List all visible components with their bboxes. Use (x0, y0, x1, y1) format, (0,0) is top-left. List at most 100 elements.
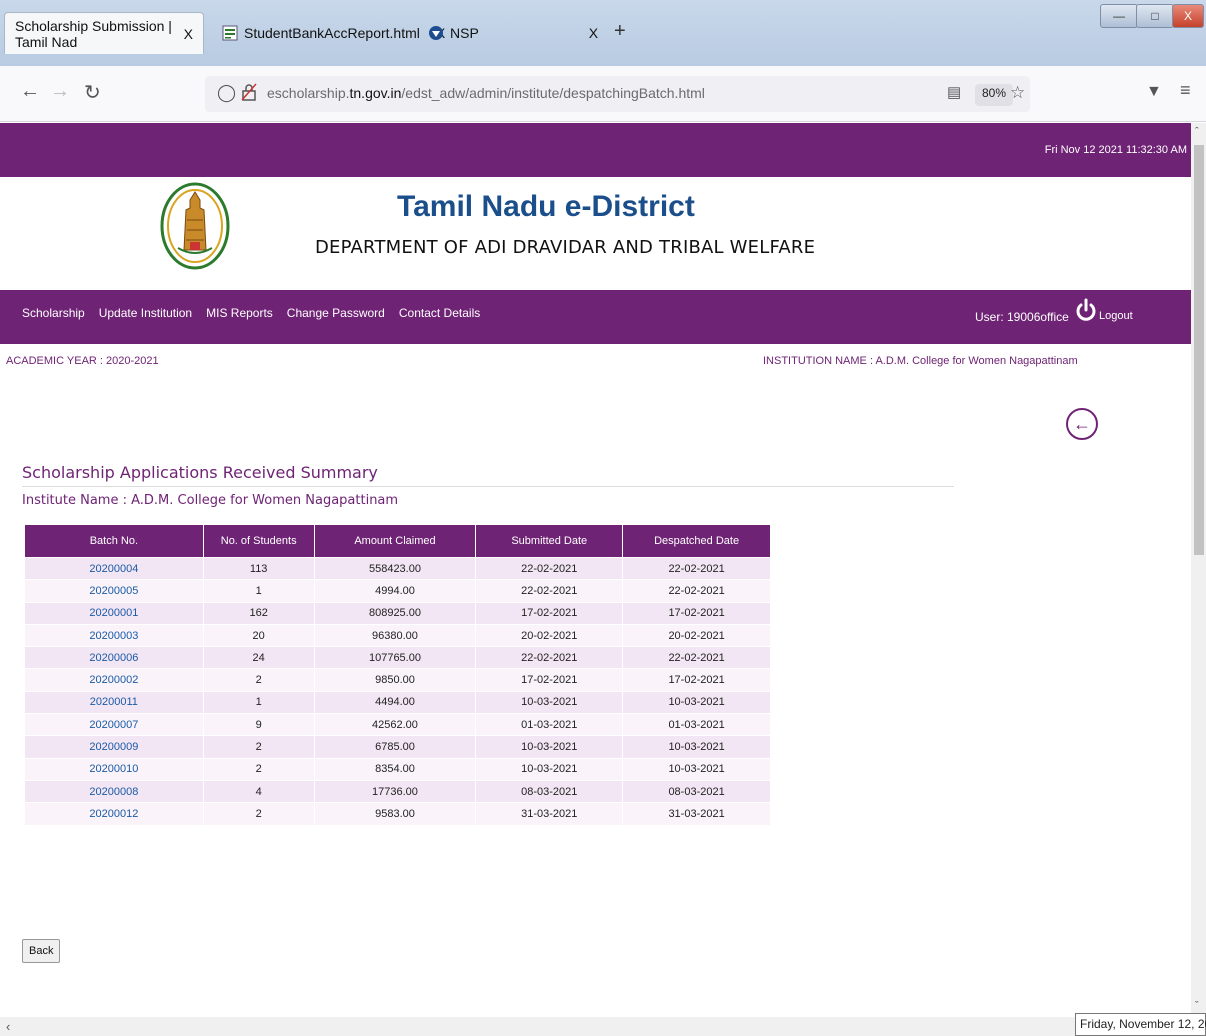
scroll-up-arrow-icon[interactable]: ˆ (1195, 126, 1199, 138)
table-row: 20200002 2 9850.00 17-02-2021 17-02-2021 (24, 668, 771, 692)
department-name: DEPARTMENT OF ADI DRAVIDAR AND TRIBAL WE… (315, 237, 816, 258)
students-cell: 113 (202, 556, 315, 581)
batch-number-link[interactable]: 20200007 (24, 713, 204, 737)
table-row: 20200008 4 17736.00 08-03-2021 08-03-2021 (24, 779, 771, 804)
date-tooltip: Friday, November 12, 2021 (1075, 1013, 1206, 1036)
menu-item-mis-reports[interactable]: MIS Reports (206, 306, 273, 320)
batch-number-link[interactable]: 20200006 (24, 646, 204, 670)
tab-student-bank-report[interactable]: StudentBankAccReport.html X (212, 12, 445, 54)
table-row: 20200009 2 6785.00 10-03-2021 10-03-2021 (24, 735, 771, 759)
column-header-despatched: Despatched Date (622, 524, 771, 558)
batch-number-link[interactable]: 20200012 (24, 802, 204, 826)
horizontal-scrollbar[interactable] (0, 1017, 1075, 1036)
submitted-date-cell: 17-02-2021 (475, 668, 624, 692)
reload-icon[interactable]: ↻ (84, 80, 101, 105)
despatched-date-cell: 20-02-2021 (622, 623, 771, 648)
despatched-date-cell: 17-02-2021 (622, 601, 771, 625)
column-header-batch-no: Batch No. (24, 524, 204, 558)
amount-cell: 9583.00 (313, 802, 477, 826)
tab-label: NSP (450, 25, 479, 41)
amount-cell: 42562.00 (313, 713, 477, 737)
amount-cell: 107765.00 (313, 646, 477, 670)
institution-name: INSTITUTION NAME : A.D.M. College for Wo… (763, 355, 1078, 367)
batch-number-link[interactable]: 20200003 (24, 623, 204, 648)
summary-divider (22, 486, 954, 487)
close-tab-icon[interactable]: X (184, 26, 193, 42)
batch-number-link[interactable]: 20200005 (24, 579, 204, 603)
table-row: 20200006 24 107765.00 22-02-2021 22-02-2021 (24, 646, 771, 670)
menu-item-change-password[interactable]: Change Password (287, 306, 385, 320)
forward-arrow-icon[interactable]: → (50, 80, 70, 103)
amount-cell: 4494.00 (313, 690, 477, 715)
batch-number-link[interactable]: 20200001 (24, 601, 204, 625)
pocket-icon[interactable]: ▼ (1146, 83, 1162, 101)
despatched-date-cell: 08-03-2021 (622, 779, 771, 804)
batch-number-link[interactable]: 20200008 (24, 779, 204, 804)
scroll-down-arrow-icon[interactable]: ˇ (1195, 1000, 1199, 1012)
students-cell: 4 (202, 779, 315, 804)
batch-number-link[interactable]: 20200011 (24, 690, 204, 715)
browser-toolbar: ← → ↻ ◯ escholarship.tn.gov.in/edst_adw/… (0, 66, 1206, 122)
minimize-button[interactable]: — (1100, 4, 1138, 28)
tab-label: StudentBankAccReport.html (244, 25, 420, 41)
menu-item-contact-details[interactable]: Contact Details (399, 306, 480, 320)
table-header-row: Batch No. No. of Students Amount Claimed… (24, 524, 771, 558)
logout-button[interactable]: Logout (1074, 298, 1133, 324)
batch-number-link[interactable]: 20200004 (24, 556, 204, 581)
logged-in-user: User: 19006office (975, 310, 1069, 324)
back-button[interactable]: Back (22, 939, 61, 963)
close-tab-icon[interactable]: X (589, 25, 598, 41)
browser-tab-strip: Scholarship Submission | Tamil Nad X Stu… (0, 0, 1206, 66)
amount-cell: 6785.00 (313, 735, 477, 759)
despatched-date-cell: 17-02-2021 (622, 668, 771, 692)
table-row: 20200005 1 4994.00 22-02-2021 22-02-2021 (24, 579, 771, 603)
logout-label: Logout (1099, 310, 1133, 322)
table-row: 20200012 2 9583.00 31-03-2021 31-03-2021 (24, 802, 771, 826)
close-window-button[interactable]: X (1172, 4, 1204, 28)
submitted-date-cell: 10-03-2021 (475, 690, 624, 715)
reader-view-icon[interactable]: ▤ (947, 83, 961, 101)
amount-cell: 9850.00 (313, 668, 477, 692)
shield-icon[interactable]: ◯ (217, 83, 236, 103)
table-row: 20200001 162 808925.00 17-02-2021 17-02-2021 (24, 601, 771, 625)
submitted-date-cell: 10-03-2021 (475, 757, 624, 781)
back-arrow-icon[interactable]: ← (20, 80, 40, 103)
table-row: 20200003 20 96380.00 20-02-2021 20-02-2021 (24, 623, 771, 648)
amount-cell: 8354.00 (313, 757, 477, 781)
bookmark-star-icon[interactable]: ☆ (1010, 83, 1025, 103)
power-icon (1076, 298, 1096, 321)
new-tab-button[interactable]: + (614, 20, 626, 43)
table-row: 20200004 113 558423.00 22-02-2021 22-02-2021 (24, 556, 771, 581)
address-bar[interactable]: ◯ escholarship.tn.gov.in/edst_adw/admin/… (205, 76, 1030, 112)
insecure-lock-icon[interactable] (241, 83, 257, 106)
amount-cell: 808925.00 (313, 601, 477, 625)
menu-hamburger-icon[interactable]: ≡ (1180, 80, 1191, 101)
menu-item-update-institution[interactable]: Update Institution (99, 306, 192, 320)
tab-scholarship-submission[interactable]: Scholarship Submission | Tamil Nad X (4, 12, 204, 54)
students-cell: 2 (202, 757, 315, 781)
tab-nsp[interactable]: NSP X (418, 12, 612, 54)
students-cell: 1 (202, 579, 315, 603)
batch-number-link[interactable]: 20200009 (24, 735, 204, 759)
url-text: escholarship.tn.gov.in/edst_adw/admin/in… (267, 85, 705, 101)
menu-item-scholarship[interactable]: Scholarship (22, 306, 85, 320)
site-title: Tamil Nadu e-District (397, 190, 695, 223)
maximize-button[interactable]: □ (1136, 4, 1174, 28)
scroll-left-arrow-icon[interactable]: ‹ (6, 1019, 10, 1034)
main-menu: Scholarship Update Institution MIS Repor… (22, 306, 480, 320)
amount-cell: 17736.00 (313, 779, 477, 804)
academic-year: ACADEMIC YEAR : 2020-2021 (6, 355, 159, 367)
despatched-date-cell: 01-03-2021 (622, 713, 771, 737)
vertical-scrollbar-thumb[interactable] (1194, 145, 1204, 555)
submitted-date-cell: 01-03-2021 (475, 713, 624, 737)
students-cell: 1 (202, 690, 315, 715)
batch-number-link[interactable]: 20200010 (24, 757, 204, 781)
students-cell: 20 (202, 623, 315, 648)
batch-number-link[interactable]: 20200002 (24, 668, 204, 692)
submitted-date-cell: 31-03-2021 (475, 802, 624, 826)
back-circle-arrow-icon[interactable]: ← (1066, 408, 1098, 440)
submitted-date-cell: 20-02-2021 (475, 623, 624, 648)
zoom-level[interactable]: 80% (975, 84, 1014, 106)
despatched-date-cell: 10-03-2021 (622, 690, 771, 715)
students-cell: 9 (202, 713, 315, 737)
